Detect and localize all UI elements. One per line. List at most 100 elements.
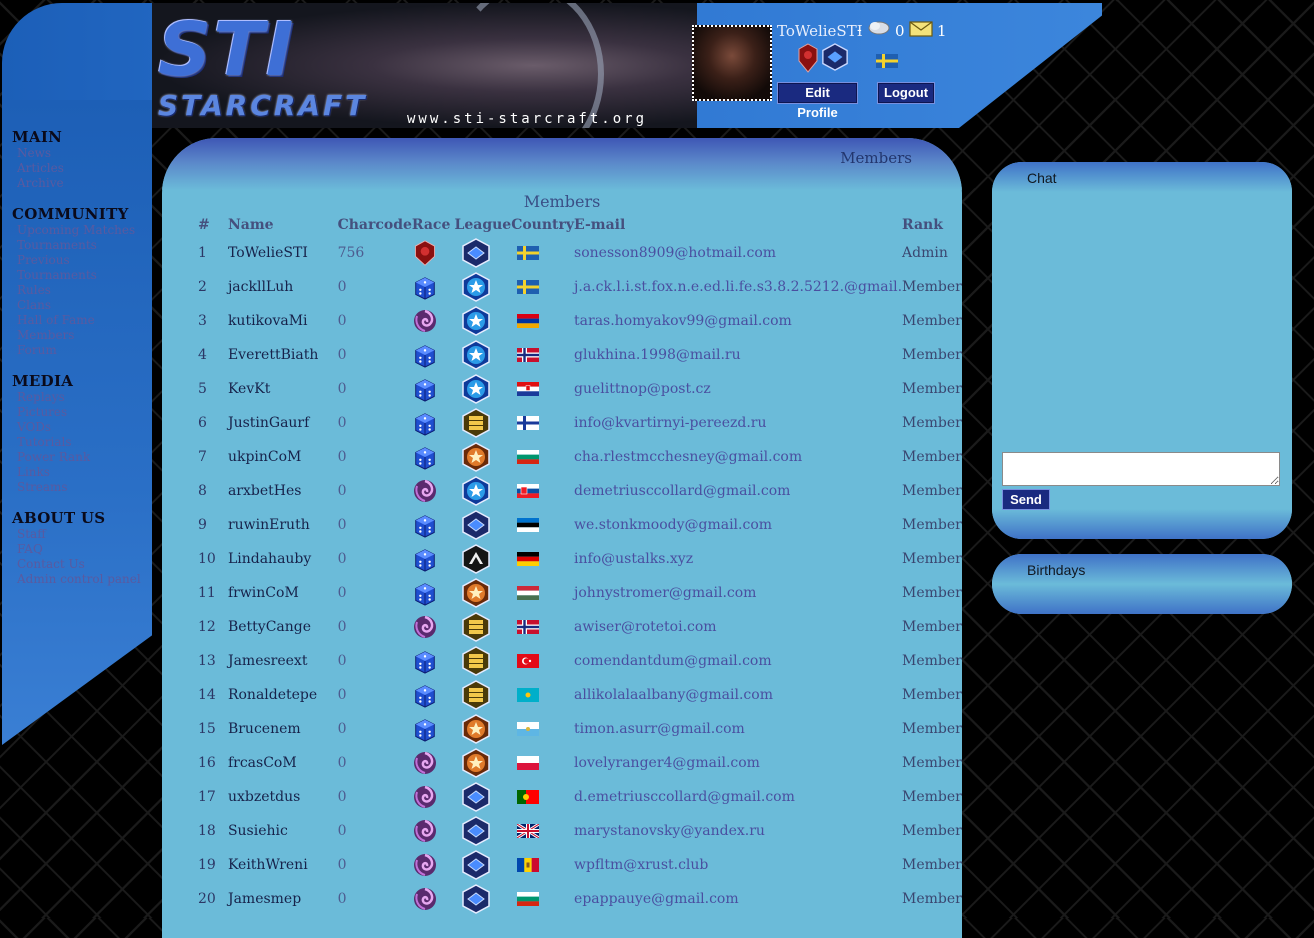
member-name-link[interactable]: frwinCoM — [228, 576, 338, 610]
member-number: 10 — [198, 551, 216, 567]
member-number: 8 — [198, 483, 207, 499]
random-race-icon — [415, 651, 435, 674]
nav-link-rules[interactable]: Rules — [17, 283, 152, 298]
table-row: 13 Jamesreext 0 comendantdum@gmail.com Membe… — [198, 644, 962, 678]
member-name-link[interactable]: Susiehic — [228, 814, 338, 848]
col-header-country[interactable]: Country — [511, 214, 574, 236]
nav-link-replays[interactable]: Replays — [17, 390, 152, 405]
nav-link-tutorials[interactable]: Tutorials — [17, 435, 152, 450]
member-number: 17 — [198, 789, 216, 805]
random-race-icon — [415, 345, 435, 368]
nav-link-contact-us[interactable]: Contact Us — [17, 557, 152, 572]
nav-link-clans[interactable]: Clans — [17, 298, 152, 313]
table-row: 14 Ronaldetepe 0 allikolalaalbany@gmail.com… — [198, 678, 962, 712]
member-number: 14 — [198, 687, 216, 703]
member-league — [455, 780, 512, 814]
nav-link-streams[interactable]: Streams — [17, 480, 152, 495]
col-header-charcode[interactable]: Charcode — [338, 214, 412, 236]
member-name-link[interactable]: EverettBiath — [228, 338, 338, 372]
nav-link-links[interactable]: Links — [17, 465, 152, 480]
table-header-row: # Name Charcode Race League Country E-ma… — [198, 214, 962, 236]
member-name-link[interactable]: arxbetHes — [228, 474, 338, 508]
member-name-link[interactable]: BettyCange — [228, 610, 338, 644]
nav-link-faq[interactable]: FAQ — [17, 542, 152, 557]
random-race-icon — [415, 685, 435, 708]
gold-league-icon — [461, 646, 490, 676]
member-name-link[interactable]: kutikovaMi — [228, 304, 338, 338]
member-name-link[interactable]: ToWelieSTI — [228, 236, 338, 270]
nav-link-news[interactable]: News — [17, 146, 152, 161]
member-email: d.emetriusccollard@gmail.com — [574, 789, 795, 805]
site-banner[interactable]: STI STARCRAFT www.sti-starcraft.org — [152, 3, 697, 128]
nav-link-admin-control-panel[interactable]: Admin control panel — [17, 572, 152, 587]
nav-link-upcoming-matches[interactable]: Upcoming Matches — [17, 223, 152, 238]
table-row: 6 JustinGaurf 0 info@kvartirnyi-pereezd.ru M… — [198, 406, 962, 440]
nav-link-staff[interactable]: Staff — [17, 527, 152, 542]
poland-flag-icon — [517, 756, 540, 770]
member-name-link[interactable]: uxbzetdus — [228, 780, 338, 814]
nav-link-hall-of-fame[interactable]: Hall of Fame — [17, 313, 152, 328]
edit-profile-button[interactable]: Edit Profile — [777, 82, 858, 120]
table-row: 9 ruwinEruth 0 we.stonkmoody@gmail.com Membe… — [198, 508, 962, 542]
col-header-league[interactable]: League — [455, 214, 512, 236]
member-race — [412, 508, 455, 542]
member-name-link[interactable]: frcasCoM — [228, 746, 338, 780]
member-name-link[interactable]: Ronaldetepe — [228, 678, 338, 712]
nav-link-members[interactable]: Members — [17, 328, 152, 343]
kazakhstan-flag-icon — [517, 688, 540, 702]
panel-title: Members — [840, 149, 912, 167]
member-name-link[interactable]: Jamesreext — [228, 644, 338, 678]
san-marino-flag-icon — [517, 722, 540, 736]
mail-icon[interactable] — [909, 21, 933, 37]
member-name-link[interactable]: Jamesmep — [228, 882, 338, 916]
notifications-icon[interactable] — [867, 20, 891, 36]
member-name-link[interactable]: Lindahauby — [228, 542, 338, 576]
col-header-name[interactable]: Name — [228, 214, 338, 236]
member-name-link[interactable]: JustinGaurf — [228, 406, 338, 440]
username[interactable]: ToWelieSTI — [777, 22, 863, 40]
col-header-rank[interactable]: Rank — [902, 214, 962, 236]
nav-section-main: MAIN News Articles Archive — [12, 128, 152, 191]
member-charcode: 756 — [337, 245, 365, 261]
user-avatar[interactable] — [692, 25, 772, 101]
table-row: 7 ukpinCoM 0 cha.rlestmcchesney@gmail.com Me… — [198, 440, 962, 474]
member-rank: Member — [902, 415, 962, 431]
member-race — [412, 372, 455, 406]
gold-league-icon — [461, 408, 490, 438]
member-name-link[interactable]: KevKt — [228, 372, 338, 406]
member-name-link[interactable]: KeithWreni — [228, 848, 338, 882]
nav-link-previous-tournaments[interactable]: Previous Tournaments — [17, 253, 152, 283]
diamond-league-icon — [822, 43, 848, 71]
col-header-number[interactable]: # — [198, 214, 228, 236]
nav-link-forum[interactable]: Forum — [17, 343, 152, 358]
member-name-link[interactable]: Brucenem — [228, 712, 338, 746]
nav-link-pictures[interactable]: Pictures — [17, 405, 152, 420]
nav-link-archive[interactable]: Archive — [17, 176, 152, 191]
master-league-icon — [461, 340, 490, 370]
member-name-link[interactable]: ukpinCoM — [228, 440, 338, 474]
col-header-email[interactable]: E-mail — [574, 214, 902, 236]
chat-send-button[interactable]: Send — [1002, 489, 1050, 510]
chat-input[interactable] — [1002, 452, 1280, 486]
member-number: 15 — [198, 721, 216, 737]
master-league-icon — [461, 476, 490, 506]
nav-link-tournaments[interactable]: Tournaments — [17, 238, 152, 253]
croatia-flag-icon — [517, 382, 540, 396]
logout-button[interactable]: Logout — [877, 82, 935, 104]
nav-link-vods[interactable]: VODs — [17, 420, 152, 435]
member-number: 7 — [198, 449, 207, 465]
nav-section-title: COMMUNITY — [12, 205, 129, 223]
nav-section-title: MEDIA — [12, 372, 74, 390]
random-race-icon — [415, 447, 435, 470]
table-row: 4 EverettBiath 0 glukhina.1998@mail.ru Membe… — [198, 338, 962, 372]
nav-link-articles[interactable]: Articles — [17, 161, 152, 176]
nav-link-power-rank[interactable]: Power Rank — [17, 450, 152, 465]
member-name-link[interactable]: ruwinEruth — [228, 508, 338, 542]
member-number: 19 — [198, 857, 216, 873]
member-email: guelittnop@post.cz — [574, 381, 711, 397]
member-country — [511, 610, 574, 644]
member-name-link[interactable]: jackllLuh — [228, 270, 338, 304]
col-header-race[interactable]: Race — [412, 214, 455, 236]
members-table: # Name Charcode Race League Country E-ma… — [198, 214, 962, 916]
norway-flag-icon — [517, 348, 540, 362]
